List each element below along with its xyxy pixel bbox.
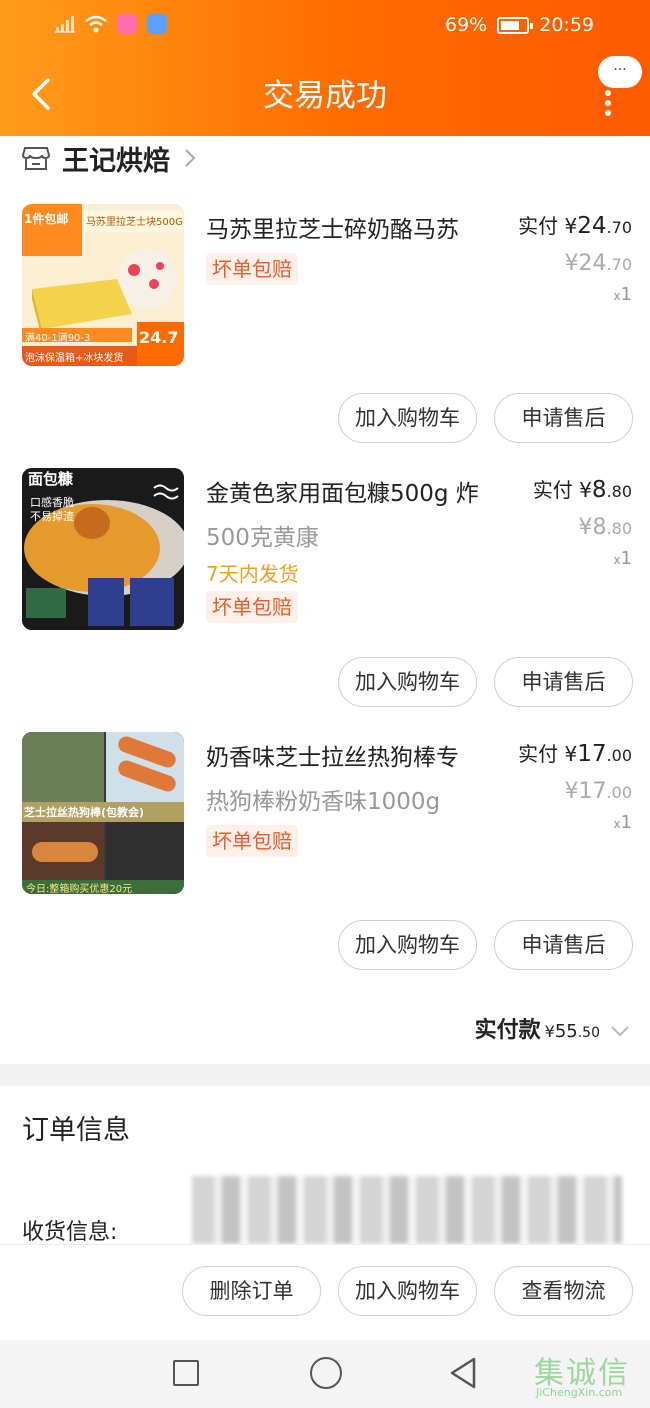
view-logistics-button[interactable]: 查看物流 [494,1266,633,1316]
thumb-footer: 今日:整箱购买优惠20元 [26,884,133,894]
paid-price: 实付 ¥24.70 [518,210,632,239]
currency-symbol: ¥ [564,779,579,804]
product-thumbnail[interactable]: 面包糠 口感香脆 不易掉渣 [22,468,184,630]
currency-symbol: ¥ [564,742,578,766]
order-card: 王记烘焙 1件包邮 马苏里拉芝士块500G 满40-1满90-3 24.7 泡沫… [0,136,650,1064]
delete-order-button[interactable]: 删除订单 [182,1266,321,1316]
nav-back-icon[interactable] [448,1356,478,1390]
product-thumbnail[interactable]: 1件包邮 马苏里拉芝士块500G 满40-1满90-3 24.7 泡沫保温箱+冰… [22,204,184,366]
order-info-title: 订单信息 [22,1115,130,1146]
orig-dec: .80 [606,519,632,538]
thumb-banner: 芝士拉丝热狗棒(包教会) [24,806,145,819]
add-to-cart-button[interactable]: 加入购物车 [338,1266,477,1316]
music-app-icon [147,14,167,34]
currency-symbol: ¥ [579,478,592,502]
product-name[interactable]: 马苏里拉芝士碎奶酪马苏 [206,210,506,244]
redacted-address [192,1176,622,1244]
product-sku: 500克黄康 [206,525,319,551]
order-total[interactable]: 实付款 ¥ 55 .50 [475,1012,630,1044]
paid-label: 实付 [532,478,573,502]
currency-symbol: ¥ [564,251,579,276]
home-button[interactable] [310,1357,342,1389]
paid-int: 24 [577,213,607,239]
paid-dec: .80 [606,482,632,501]
orig-dec: .70 [606,255,632,274]
currency-symbol: ¥ [564,214,578,238]
quantity: x1 [613,284,632,305]
guarantee-badge: 坏单包赔 [206,825,298,857]
product-sku: 热狗棒粉奶香味1000g [206,789,441,815]
product-name[interactable]: 奶香味芝士拉丝热狗棒专 [206,738,506,772]
thumb-promo: 满40-1满90-3 [25,333,91,344]
watermark: 集诚信 JiChengXin.com [534,1346,646,1404]
product-thumbnail[interactable]: 芝士拉丝热狗棒(包教会) 今日:整箱购买优惠20元 [22,732,184,894]
price-box: 实付 ¥8.80 ¥8.80 x1 [533,474,632,569]
paid-price: 实付 ¥17.00 [518,738,632,767]
after-sale-button[interactable]: 申请售后 [494,920,633,970]
battery-percent: 69% [445,14,488,36]
total-int: 55 [554,1021,578,1042]
thumb-price: 24.7 [139,328,179,347]
orig-int: 17 [578,779,607,804]
status-left-icons [55,14,167,34]
paid-dec: .00 [606,746,632,765]
currency-symbol: ¥ [578,515,593,540]
clock: 20:59 [539,14,594,36]
system-nav-bar: 集诚信 JiChengXin.com [0,1340,650,1408]
thumb-title: 马苏里拉芝士块500G [86,217,183,228]
quantity: x1 [613,548,632,569]
original-price: ¥8.80 [533,515,632,540]
currency-symbol: ¥ [544,1022,555,1041]
original-price: ¥24.70 [518,251,632,276]
thumb-line2: 不易掉渣 [30,510,74,523]
guarantee-badge: 坏单包赔 [206,253,298,285]
paid-label: 实付 [518,214,559,238]
chevron-right-icon [185,149,196,167]
header-bar: 69% 20:59 交易成功 ··· [0,0,650,136]
thumb-tag: 面包糠 [28,470,74,488]
price-box: 实付 ¥24.70 ¥24.70 x1 [518,210,632,305]
status-right: 69% 20:59 [445,14,594,36]
paid-int: 8 [591,477,607,503]
watermark-url: JiChengXin.com [536,1386,623,1399]
total-dec: .50 [577,1025,600,1041]
shipping-info-label: 收货信息: [22,1220,118,1245]
wifi-icon [85,15,107,33]
orig-int: 24 [578,251,607,276]
chevron-down-icon [611,1026,629,1037]
order-info-section: 订单信息 收货信息: [0,1086,650,1245]
original-price: ¥17.00 [518,779,632,804]
recent-apps-button[interactable] [173,1360,199,1386]
quantity: x1 [613,812,632,833]
thumb-tag: 1件包邮 [24,212,69,226]
paid-price: 实付 ¥8.80 [533,474,632,503]
add-to-cart-button[interactable]: 加入购物车 [338,657,477,707]
total-label: 实付款 [474,1018,541,1043]
store-header[interactable]: 王记烘焙 [22,138,196,178]
store-name: 王记烘焙 [62,145,170,177]
battery-icon [497,16,534,34]
guarantee-badge: 坏单包赔 [206,591,298,623]
more-options-bubble[interactable]: ··· [598,56,642,88]
store-icon [22,147,50,170]
add-to-cart-button[interactable]: 加入购物车 [338,393,477,443]
signal-icon [55,15,75,33]
app-notification-icon [117,14,137,34]
price-box: 实付 ¥17.00 ¥17.00 x1 [518,738,632,833]
after-sale-button[interactable]: 申请售后 [494,393,633,443]
orig-int: 8 [592,515,607,540]
bottom-action-bar: 删除订单 加入购物车 查看物流 [0,1244,650,1340]
thumb-note: 泡沫保温箱+冰块发货 [25,353,124,364]
orig-dec: .00 [606,783,632,802]
kebab-menu-icon[interactable] [604,90,612,116]
after-sale-button[interactable]: 申请售后 [494,657,633,707]
shipping-note: 7天内发货 [206,562,299,586]
product-name[interactable]: 金黄色家用面包糠500g 炸 [206,474,506,508]
add-to-cart-button[interactable]: 加入购物车 [338,920,477,970]
page-title: 交易成功 [263,78,387,114]
paid-dec: .70 [606,218,632,237]
paid-int: 17 [577,741,607,767]
status-bar: 69% 20:59 [0,0,650,52]
paid-label: 实付 [518,742,559,766]
